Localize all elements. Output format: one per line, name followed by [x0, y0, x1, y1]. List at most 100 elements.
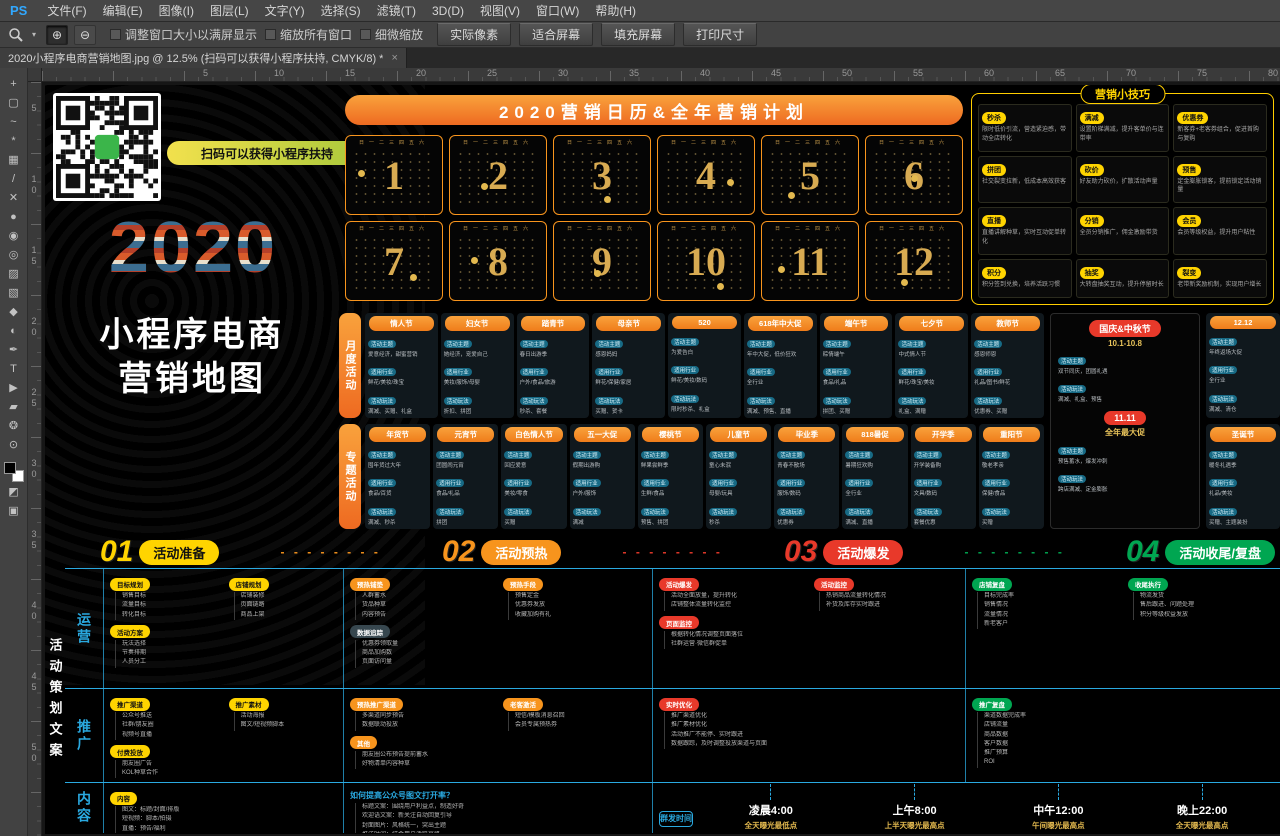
festival-date-dot [410, 274, 417, 281]
activity-label: 适用行业 [504, 479, 532, 487]
activity-label: 活动玩法 [436, 508, 464, 516]
activity-label: 活动玩法 [520, 397, 548, 405]
festival-cell: 开学季活动主题开学装备购适用行业文具/数码活动玩法套餐优惠 [911, 424, 976, 529]
activity-label: 活动玩法 [504, 508, 532, 516]
festival-detail: 活动主题开学装备购 [914, 444, 973, 470]
festival-name: 618年中大促 [748, 316, 813, 331]
ruler-number: 70 [1126, 68, 1136, 78]
mindmap-item: 数据跟踪，及时调整投放渠道与页面 [671, 740, 959, 749]
timeline-label: 群发时间 [659, 811, 693, 827]
calendar-month: 日一二三四五六7 [345, 221, 443, 301]
menu-item[interactable]: 帮助(H) [587, 0, 644, 22]
festival-detail: 活动玩法买赠、贺卡 [595, 390, 662, 416]
zoom-out-mode-button[interactable]: ⊖ [74, 25, 96, 45]
options-button[interactable]: 实际像素 [437, 23, 511, 46]
tool-lasso-tool[interactable]: ~ [3, 114, 25, 131]
menu-item[interactable]: 3D(D) [424, 0, 472, 22]
mindmap-item: 欢迎语文案：新关注自动回复引导 [362, 812, 646, 821]
foreground-background-swatches[interactable] [4, 462, 24, 482]
mindmap-block: 推广渠道公众号推送社群/朋友圈视频号直播 [110, 694, 219, 740]
menu-item[interactable]: 图像(I) [151, 0, 202, 22]
tool-path-selection-tool[interactable]: ▶ [3, 380, 25, 397]
option-checkbox[interactable]: 调整窗口大小以满屏显示 [110, 26, 257, 43]
festival-detail: 适用行业食品/百货 [368, 472, 427, 498]
option-checkbox[interactable]: 缩放所有窗口 [265, 26, 352, 43]
plan-cell: 内容图文：标题/封面/排版短视频：脚本/拍摄直播：预告/福利 [103, 783, 343, 833]
activity-value: 全行业 [845, 491, 904, 498]
activity-value: 爱意经济，甜蜜营销 [368, 352, 435, 359]
tool-magic-wand-tool[interactable]: * [3, 133, 25, 150]
tool-preset-caret[interactable]: ▾ [32, 30, 36, 39]
tool-zoom-tool[interactable]: ⊙ [3, 437, 25, 454]
festival-detail: 活动玩法套餐优惠 [914, 501, 973, 527]
mindmap-item: 短视频：脚本/拍摄 [122, 815, 337, 824]
ruler-number: 20 [416, 68, 426, 78]
options-button[interactable]: 适合屏幕 [519, 23, 593, 46]
tool-hand-tool[interactable]: ❂ [3, 418, 25, 435]
tool-gradient-tool[interactable]: ▧ [3, 285, 25, 302]
tips-grid: 秒杀限时低价引流，营造紧迫感，带动全店转化满减设置阶梯满减，提升客单价与连带率优… [972, 94, 1273, 304]
tool-history-brush-tool[interactable]: ◎ [3, 247, 25, 264]
tool-dodge-tool[interactable]: ◐ [3, 323, 25, 340]
activity-value: 户外/食品/旅游 [520, 380, 587, 387]
tip-card: 满减设置阶梯满减，提升客单价与连带率 [1076, 104, 1170, 152]
vertical-ruler[interactable]: 5101520253035404550 [28, 82, 42, 836]
menu-item[interactable]: 选择(S) [313, 0, 369, 22]
menu-item[interactable]: 图层(L) [202, 0, 257, 22]
menu-item[interactable]: 文字(Y) [257, 0, 313, 22]
activity-value: 全行业 [1209, 378, 1277, 385]
menu-item[interactable]: 编辑(E) [95, 0, 151, 22]
checkbox-box[interactable] [110, 29, 121, 40]
quick-mask-button[interactable]: ◩ [3, 484, 25, 501]
tool-shape-tool[interactable]: ▰ [3, 399, 25, 416]
tool-type-tool[interactable]: T [3, 361, 25, 378]
checkbox-box[interactable] [360, 29, 371, 40]
activity-label: 活动主题 [709, 451, 737, 459]
tip-desc: 限时低价引流，营造紧迫感，带动全店转化 [982, 126, 1068, 143]
foreground-color-swatch[interactable] [4, 462, 16, 474]
activity-value: 母婴/玩具 [709, 491, 768, 498]
tool-eyedropper-tool[interactable]: / [3, 171, 25, 188]
calendar-month: 日一二三四五六8 [449, 221, 547, 301]
options-button[interactable]: 填充屏幕 [601, 23, 675, 46]
document-tab-title: 2020小程序电商营销地图.jpg @ 12.5% (扫码可以获得小程序扶持, … [8, 50, 383, 66]
tool-blur-tool[interactable]: ◆ [3, 304, 25, 321]
screen-mode-button[interactable]: ▣ [3, 503, 25, 520]
activity-value: 鲜花/美妆/珠宝 [368, 380, 435, 387]
option-checkbox[interactable]: 细微缩放 [360, 26, 423, 43]
menu-item[interactable]: 滤镜(T) [369, 0, 424, 22]
poster-title-line1: 小程序电商 [67, 307, 317, 356]
tool-clone-stamp-tool[interactable]: ◉ [3, 228, 25, 245]
festival-detail: 适用行业鲜花/美妆/数码 [671, 359, 738, 385]
activity-value: 满减 [573, 520, 632, 527]
zoom-in-mode-button[interactable]: ⊕ [46, 25, 68, 45]
document-tab[interactable]: 2020小程序电商营销地图.jpg @ 12.5% (扫码可以获得小程序扶持, … [0, 48, 407, 68]
activity-label: 活动玩法 [777, 508, 805, 516]
tip-card: 秒杀限时低价引流，营造紧迫感，带动全店转化 [978, 104, 1072, 152]
mindmap-item: 标题文案：围绕用户利益点，制造好奇 [362, 803, 646, 812]
horizontal-ruler[interactable]: 5101520253035404550556065707580 [42, 68, 1280, 82]
menu-item[interactable]: 窗口(W) [528, 0, 587, 22]
ruler-number: 35 [29, 529, 39, 551]
menu-item[interactable]: 文件(F) [39, 0, 94, 22]
festival-cell: 踏青节活动主题春日出游季适用行业户外/食品/旅游活动玩法秒杀、套餐 [517, 313, 590, 418]
document-canvas[interactable]: 扫码可以获得小程序扶持 2020 小程序电商 营销地图 2020营销日历&全年营… [45, 85, 1280, 834]
activity-label: 活动玩法 [671, 395, 699, 403]
activity-label: 活动玩法 [1058, 385, 1086, 393]
menu-item[interactable]: 视图(V) [472, 0, 528, 22]
activity-label: 活动玩法 [595, 397, 623, 405]
tool-brush-tool[interactable]: ● [3, 209, 25, 226]
tool-healing-tool[interactable]: ✕ [3, 190, 25, 207]
tool-move-tool[interactable]: + [3, 76, 25, 93]
tab-close-icon[interactable]: × [391, 52, 397, 64]
tool-marquee-tool[interactable]: ▢ [3, 95, 25, 112]
checkbox-box[interactable] [265, 29, 276, 40]
tool-pen-tool[interactable]: ✒ [3, 342, 25, 359]
timeline-desc: 全天曝光最低点 [745, 820, 798, 831]
special-festival-date: 全年最大促 [1055, 427, 1195, 438]
calendar-month: 日一二三四五六9 [553, 221, 651, 301]
tool-crop-tool[interactable]: ▦ [3, 152, 25, 169]
options-button[interactable]: 打印尺寸 [683, 23, 757, 46]
tip-title: 砍价 [1080, 164, 1104, 176]
tool-eraser-tool[interactable]: ▨ [3, 266, 25, 283]
